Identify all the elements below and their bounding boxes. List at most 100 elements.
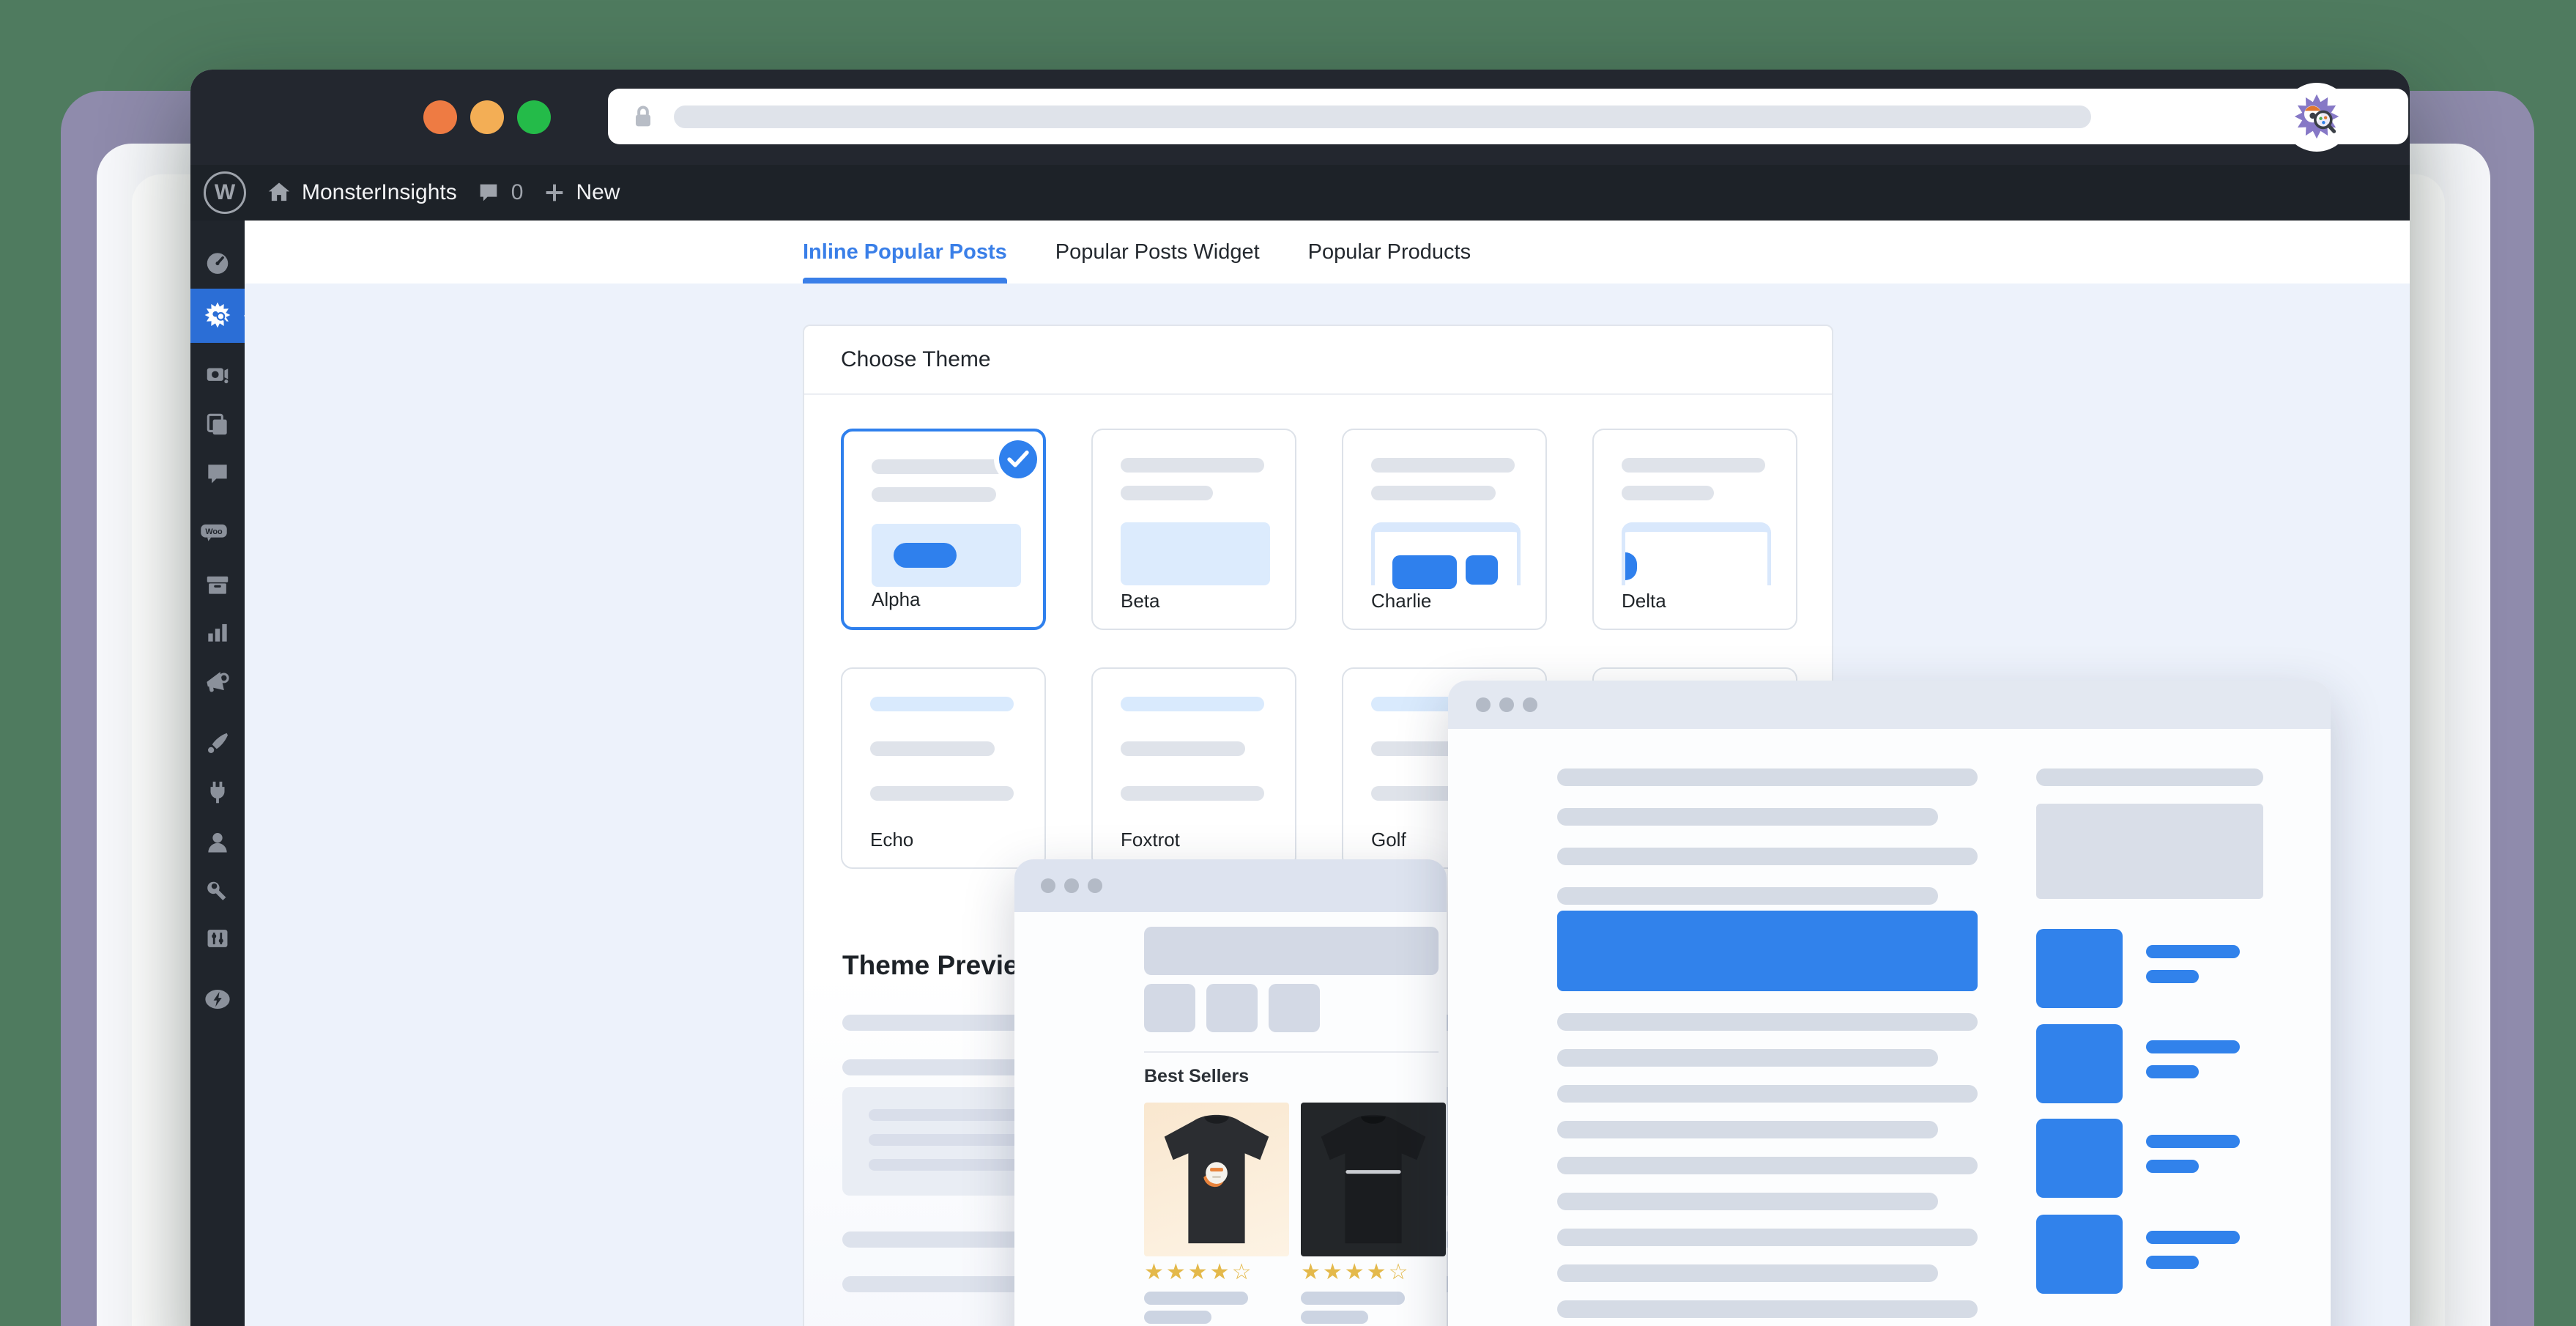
theme-label: Echo	[870, 829, 913, 851]
thumb-skeleton	[1269, 984, 1320, 1032]
star-rating: ★★★★☆	[1144, 1259, 1253, 1285]
selected-check-icon	[999, 440, 1037, 478]
text-skeleton	[1557, 1300, 1978, 1318]
product-price-skeleton	[1144, 1311, 1211, 1324]
theme-card-alpha[interactable]: Alpha	[841, 429, 1046, 630]
theme-card-charlie[interactable]: Charlie	[1342, 429, 1547, 630]
theme-card-echo[interactable]: Echo	[841, 667, 1046, 869]
best-sellers-heading: Best Sellers	[1144, 1066, 1249, 1087]
wordpress-logo-icon[interactable]: W	[204, 171, 246, 214]
theme-thumb-button	[1466, 555, 1498, 585]
popular-post-thumb[interactable]	[2036, 929, 2123, 1008]
theme-card-delta[interactable]: Delta	[1592, 429, 1797, 630]
traffic-light-close[interactable]	[423, 100, 457, 134]
tab-popular-products[interactable]: Popular Products	[1308, 221, 1471, 284]
browser-window: W MonsterInsights 0	[190, 70, 2410, 1326]
text-skeleton	[1557, 808, 1938, 826]
thumb-skeleton	[1144, 984, 1195, 1032]
traffic-light-minimize[interactable]	[470, 100, 504, 134]
admin-body: Woo	[190, 221, 2410, 1326]
popular-post-thumb[interactable]	[2036, 1215, 2123, 1294]
blog-preview-window	[1448, 681, 2331, 1326]
text-skeleton	[1557, 1157, 1978, 1174]
popular-post-meta-bar	[2146, 1160, 2199, 1173]
text-skeleton	[1557, 1264, 1938, 1282]
monsterinsights-icon[interactable]	[204, 301, 231, 329]
text-skeleton	[1557, 768, 1978, 786]
popular-post-title-bar	[2146, 1040, 2240, 1053]
appearance-icon[interactable]	[204, 730, 231, 758]
theme-label: Beta	[1121, 590, 1160, 612]
window-titlebar	[1014, 859, 1447, 912]
theme-card-foxtrot[interactable]: Foxtrot	[1091, 667, 1296, 869]
comments-bubble-icon	[476, 180, 501, 205]
product-image-dark-tee[interactable]	[1301, 1103, 1446, 1256]
text-skeleton	[1557, 1049, 1938, 1067]
address-bar[interactable]	[608, 89, 2408, 144]
thumb-skeleton	[1206, 984, 1258, 1032]
product-price-skeleton	[1301, 1311, 1368, 1324]
dashboard-icon[interactable]	[204, 248, 231, 276]
plugins-icon[interactable]	[204, 779, 231, 807]
text-skeleton	[1557, 1085, 1978, 1103]
pages-icon[interactable]	[204, 410, 231, 438]
theme-label: Foxtrot	[1121, 829, 1180, 851]
text-skeleton	[1557, 1229, 1978, 1246]
tab-strip: Inline Popular Posts Popular Posts Widge…	[245, 221, 2410, 284]
theme-label: Golf	[1371, 829, 1406, 851]
site-name: MonsterInsights	[302, 180, 457, 205]
wp-sidebar: Woo	[190, 221, 245, 1326]
monster-mascot-icon	[2293, 92, 2341, 141]
theme-label: Alpha	[872, 588, 921, 611]
admin-bar-new[interactable]: New	[542, 165, 620, 221]
popular-post-thumb[interactable]	[2036, 1024, 2123, 1103]
admin-bar-comments[interactable]: 0	[476, 165, 524, 221]
comments-count: 0	[511, 180, 524, 205]
woocommerce-icon[interactable]: Woo	[200, 518, 235, 546]
marketing-icon[interactable]	[204, 668, 231, 696]
settings-icon[interactable]	[204, 925, 231, 952]
product-title-skeleton	[1144, 1292, 1248, 1305]
theme-thumb-button	[1392, 555, 1457, 589]
sidebar-image-skeleton	[2036, 804, 2263, 899]
traffic-light-maximize[interactable]	[517, 100, 551, 134]
text-skeleton	[1557, 1193, 1938, 1210]
panel-title: Choose Theme	[804, 326, 1832, 395]
theme-label: Delta	[1622, 590, 1666, 612]
text-skeleton	[1557, 1013, 1978, 1031]
performance-icon[interactable]	[204, 985, 231, 1013]
browser-chrome	[190, 70, 2410, 165]
theme-label: Charlie	[1371, 590, 1431, 612]
sidebar-heading-skeleton	[2036, 768, 2263, 786]
admin-bar-site[interactable]: MonsterInsights	[265, 165, 457, 221]
admin-content: Inline Popular Posts Popular Posts Widge…	[245, 221, 2410, 1326]
users-icon[interactable]	[204, 829, 231, 856]
shop-preview-window: Best Sellers	[1014, 859, 1447, 1326]
popular-post-meta-bar	[2146, 1256, 2199, 1269]
avatar[interactable]	[2282, 83, 2351, 152]
product-image-light-tee[interactable]	[1144, 1103, 1289, 1256]
archive-icon[interactable]	[204, 571, 231, 599]
star-rating: ★★★★☆	[1301, 1259, 1410, 1285]
url-text[interactable]	[674, 105, 2091, 128]
tools-icon[interactable]	[204, 876, 231, 904]
media-icon[interactable]	[204, 361, 231, 389]
popular-post-title-bar	[2146, 945, 2240, 958]
lock-icon	[628, 102, 658, 131]
tab-inline-popular-posts[interactable]: Inline Popular Posts	[803, 221, 1007, 284]
theme-card-beta[interactable]: Beta	[1091, 429, 1296, 630]
tab-popular-posts-widget[interactable]: Popular Posts Widget	[1055, 221, 1260, 284]
theme-thumb-pill	[1625, 552, 1637, 580]
theme-thumb-button	[894, 543, 957, 568]
analytics-icon[interactable]	[204, 618, 231, 646]
text-skeleton	[1557, 848, 1978, 865]
popular-post-thumb[interactable]	[2036, 1119, 2123, 1198]
comments-icon[interactable]	[204, 460, 231, 488]
popular-post-meta-bar	[2146, 1065, 2199, 1078]
text-skeleton	[1557, 1121, 1938, 1138]
new-label: New	[576, 180, 620, 205]
inline-popular-posts-unit[interactable]	[1557, 911, 1978, 991]
window-titlebar	[1448, 681, 2331, 729]
theme-preview-title: Theme Preview	[842, 950, 1039, 981]
popular-post-title-bar	[2146, 1231, 2240, 1244]
